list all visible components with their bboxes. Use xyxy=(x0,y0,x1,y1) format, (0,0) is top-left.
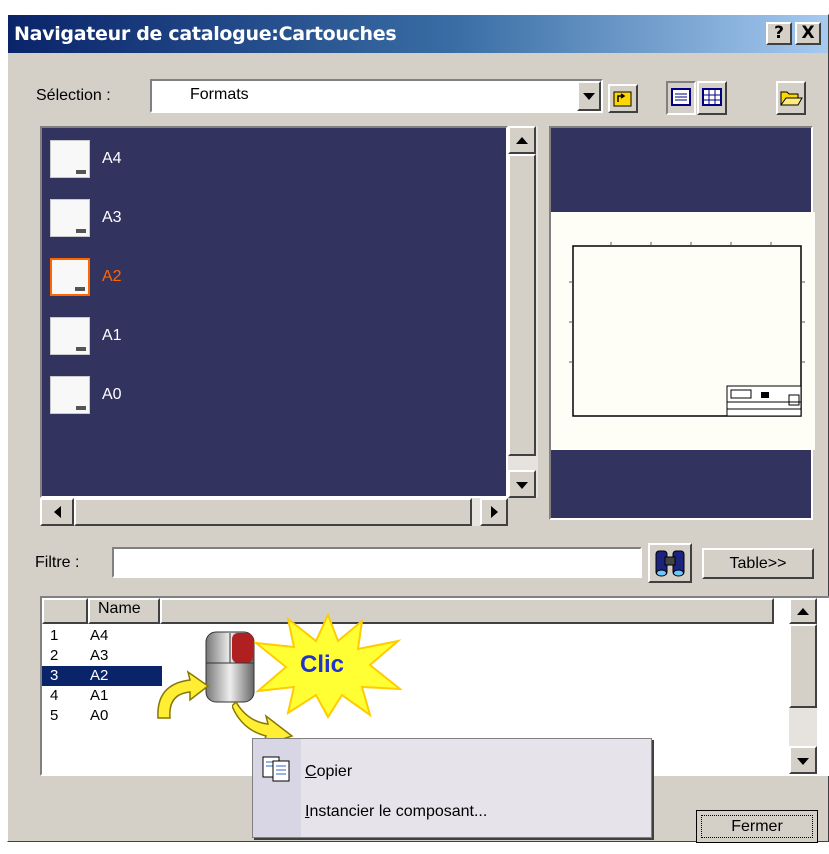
scroll-up-button[interactable] xyxy=(789,598,817,624)
arrow-left-icon xyxy=(53,506,61,518)
help-button[interactable]: ? xyxy=(766,22,792,45)
catalog-item-label: A0 xyxy=(102,386,122,403)
catalog-view[interactable]: A4 A3 A2 A1 A0 xyxy=(40,126,508,498)
row-name: A0 xyxy=(90,707,109,724)
selection-combo[interactable]: Formats xyxy=(150,79,603,113)
open-catalog-icon xyxy=(780,91,803,106)
drawing-preview xyxy=(551,212,815,450)
arrow-right-icon xyxy=(490,506,498,518)
binoculars-icon xyxy=(655,550,685,577)
row-number: 4 xyxy=(50,687,59,704)
parent-folder-button[interactable] xyxy=(608,84,638,113)
search-button[interactable] xyxy=(648,543,692,583)
row-number: 5 xyxy=(50,707,59,724)
catalog-item-a0[interactable]: A0 xyxy=(50,376,250,420)
row-number: 3 xyxy=(50,667,59,684)
fermer-button[interactable]: Fermer xyxy=(696,810,818,843)
drawing-thumbnail-icon xyxy=(50,258,90,296)
row-name: A3 xyxy=(90,647,109,664)
catalog-horizontal-scrollbar[interactable] xyxy=(40,498,508,526)
scroll-thumb[interactable] xyxy=(789,624,817,708)
arrow-down-icon xyxy=(797,758,809,765)
catalog-item-a1[interactable]: A1 xyxy=(50,317,250,361)
drawing-thumbnail-icon xyxy=(50,199,90,237)
grid-view-icon xyxy=(702,88,722,106)
combo-dropdown-button[interactable] xyxy=(577,81,601,111)
scroll-up-button[interactable] xyxy=(508,126,536,154)
filter-input[interactable] xyxy=(112,547,642,578)
title-bar[interactable]: Navigateur de catalogue:Cartouches ? X xyxy=(8,15,828,53)
catalog-item-a3[interactable]: A3 xyxy=(50,199,250,243)
row-number: 1 xyxy=(50,627,59,644)
catalog-item-a2[interactable]: A2 xyxy=(50,258,250,302)
table-row-selected[interactable]: 3 A2 xyxy=(42,666,162,686)
arrow-up-icon xyxy=(797,608,809,615)
scroll-down-button[interactable] xyxy=(508,470,536,498)
scroll-down-button[interactable] xyxy=(789,746,817,774)
drawing-sheet-graphic xyxy=(569,242,805,417)
catalog-item-label: A1 xyxy=(102,327,122,344)
preview-panel xyxy=(549,126,815,520)
grid-column-header-name[interactable]: Name xyxy=(88,598,160,624)
catalog-item-label: A3 xyxy=(102,209,122,226)
table-row[interactable]: 2 A3 xyxy=(42,646,162,666)
open-catalog-button[interactable] xyxy=(776,81,806,115)
selection-label: Sélection : xyxy=(36,87,111,104)
table-toggle-button[interactable]: Table>> xyxy=(702,548,814,579)
scroll-right-button[interactable] xyxy=(480,498,508,526)
arrow-down-icon xyxy=(516,482,528,489)
menu-item-copier[interactable]: Copier xyxy=(305,763,352,781)
scroll-thumb[interactable] xyxy=(74,498,472,526)
scroll-left-button[interactable] xyxy=(40,498,74,526)
grid-view-button[interactable] xyxy=(697,81,727,115)
selection-value: Formats xyxy=(190,86,249,103)
fermer-label: Fermer xyxy=(701,815,813,838)
arrow-up-icon xyxy=(516,137,528,144)
catalog-browser-dialog: Navigateur de catalogue:Cartouches ? X S… xyxy=(7,14,829,843)
menu-icon-column xyxy=(253,739,301,837)
click-burst-label: Clic xyxy=(300,651,345,678)
parent-folder-icon xyxy=(613,91,632,107)
curved-arrow-icon xyxy=(150,670,210,724)
mouse-icon xyxy=(204,630,256,704)
menu-item-instancier[interactable]: Instancier le composant... xyxy=(305,803,487,821)
row-name: A1 xyxy=(90,687,109,704)
table-row[interactable]: 1 A4 xyxy=(42,626,162,646)
grid-column-header-empty[interactable] xyxy=(160,598,774,624)
grid-row-header[interactable] xyxy=(42,598,88,624)
drawing-thumbnail-icon xyxy=(50,317,90,355)
chevron-down-icon xyxy=(583,93,595,100)
close-button[interactable]: X xyxy=(795,22,821,45)
row-name: A4 xyxy=(90,627,109,644)
catalog-item-label: A4 xyxy=(102,150,122,167)
catalog-item-label: A2 xyxy=(102,268,122,285)
table-row[interactable]: 5 A0 xyxy=(42,706,162,726)
table-row[interactable]: 4 A1 xyxy=(42,686,162,706)
catalog-item-a4[interactable]: A4 xyxy=(50,140,250,184)
detail-view-button[interactable] xyxy=(666,81,696,115)
window-title: Navigateur de catalogue:Cartouches xyxy=(14,23,397,45)
copy-icon xyxy=(261,755,295,783)
filter-label: Filtre : xyxy=(35,554,80,571)
grid-vertical-scrollbar[interactable] xyxy=(789,598,817,774)
drawing-thumbnail-icon xyxy=(50,376,90,414)
row-number: 2 xyxy=(50,647,59,664)
scroll-thumb[interactable] xyxy=(508,154,536,456)
context-menu: Copier Instancier le composant... xyxy=(252,738,652,838)
detail-view-icon xyxy=(671,88,691,106)
catalog-vertical-scrollbar[interactable] xyxy=(508,126,538,498)
drawing-thumbnail-icon xyxy=(50,140,90,178)
row-name: A2 xyxy=(90,667,109,684)
